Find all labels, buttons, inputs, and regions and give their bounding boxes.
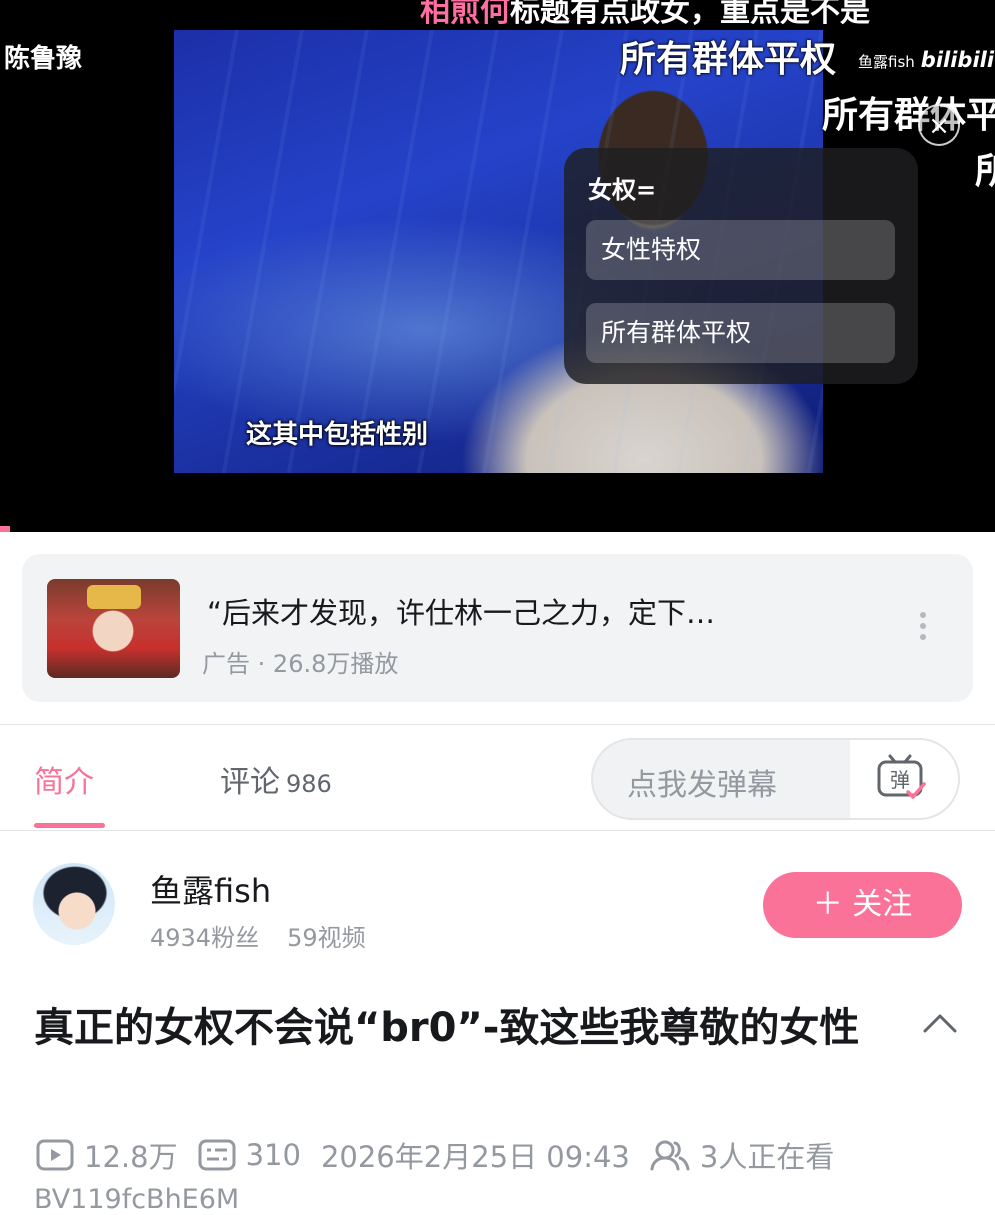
svg-text:弹: 弹: [890, 768, 910, 792]
ad-label: 广告: [202, 650, 250, 678]
danmaku-top: 相煎何标题有点政女，重点是不是: [420, 0, 870, 29]
danmaku-toggle-button[interactable]: 弹: [850, 740, 958, 818]
uploader-videos: 59视频: [287, 924, 366, 952]
tab-active-indicator: [34, 823, 105, 828]
video-stats: 12.8万 310 2026年2月25日 09:43 3人正在看: [36, 1134, 854, 1176]
tab-bar: 简介 评论 986 点我发弹幕 弹: [0, 724, 995, 831]
ad-title[interactable]: “后来才发现，许仕林一己之力，定下…: [207, 590, 715, 632]
channel-name: 陈鲁豫: [4, 44, 83, 74]
video-player[interactable]: 相煎何标题有点政女，重点是不是 陈鲁豫 所有群体平权 鱼露fish bilibil…: [0, 0, 995, 532]
uploader-avatar[interactable]: [33, 863, 115, 945]
chevron-up-icon[interactable]: [922, 1012, 958, 1034]
tab-intro[interactable]: 简介: [34, 757, 94, 801]
ad-card[interactable]: “后来才发现，许仕林一己之力，定下… 广告 · 26.8万播放: [22, 554, 973, 702]
video-subtitle: 这其中包括性别: [246, 420, 429, 450]
ad-plays: 26.8万播放: [272, 650, 399, 678]
danmaku-line-2: 所有群体平: [822, 95, 995, 136]
danmaku-input[interactable]: 点我发弹幕 弹: [591, 738, 960, 820]
ad-separator: ·: [257, 650, 266, 678]
danmaku-placeholder: 点我发弹幕: [627, 768, 777, 803]
danmaku-count: 310: [245, 1138, 301, 1172]
poll-question: 女权=: [588, 176, 657, 204]
poll-option-2[interactable]: 所有群体平权: [586, 303, 895, 363]
views-count: 12.8万: [84, 1140, 178, 1174]
play-count-icon: [36, 1139, 74, 1171]
ad-thumbnail[interactable]: [47, 579, 180, 678]
publish-time: 2026年2月25日 09:43: [320, 1140, 630, 1174]
comments-count: 986: [286, 770, 332, 798]
watching-stat: 3人正在看: [650, 1134, 834, 1176]
more-options-icon[interactable]: [920, 612, 928, 645]
video-title: 真正的女权不会说“br0”-致这些我尊敬的女性: [34, 1005, 860, 1051]
views-stat: 12.8万: [36, 1134, 178, 1176]
danmaku-toggle-icon: 弹: [877, 754, 926, 799]
danmaku-line-3: 所: [975, 151, 995, 192]
poll-card: 女权= 女性特权 所有群体平权: [564, 148, 918, 384]
uploader-fans: 4934粉丝: [150, 924, 260, 952]
danmaku-stat: 310: [198, 1138, 301, 1172]
player-watermark: 鱼露fish bilibili: [858, 48, 995, 72]
progress-bar[interactable]: [0, 526, 10, 532]
danmaku-count-icon: [198, 1139, 236, 1171]
danmaku-line-1: 所有群体平权: [620, 39, 837, 80]
follow-button[interactable]: ＋ 关注: [763, 872, 962, 938]
close-icon[interactable]: ×: [918, 104, 960, 146]
uploader-stats: 4934粉丝 59视频: [150, 918, 366, 953]
tab-comments[interactable]: 评论 986: [220, 757, 332, 801]
ad-meta: 广告 · 26.8万播放: [202, 644, 398, 679]
people-icon: [650, 1140, 690, 1171]
watching-count: 3人正在看: [699, 1140, 835, 1174]
poll-option-1[interactable]: 女性特权: [586, 220, 895, 280]
uploader-name[interactable]: 鱼露fish: [150, 866, 271, 912]
